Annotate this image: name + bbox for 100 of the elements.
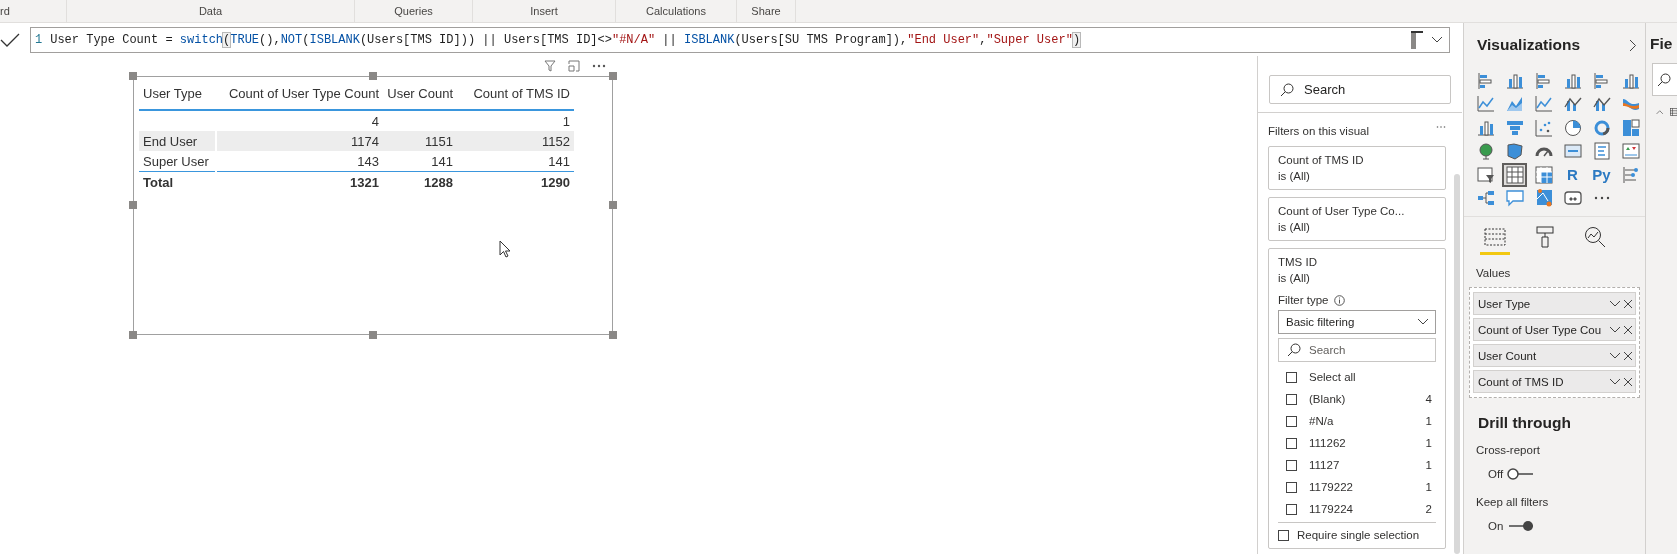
field-well-item[interactable]: Count of User Type Cou xyxy=(1473,318,1636,341)
value-count: 1 xyxy=(1425,459,1432,471)
pane-title: Fie xyxy=(1650,35,1673,52)
chevron-right-icon[interactable] xyxy=(1629,38,1637,52)
checkbox[interactable] xyxy=(1286,481,1297,493)
column-header[interactable]: User Type xyxy=(139,77,216,110)
value-label: #N/a xyxy=(1309,415,1335,427)
checkbox[interactable] xyxy=(1286,393,1297,405)
filter-type-label: Filter type xyxy=(1278,294,1329,306)
value-count: 1 xyxy=(1425,437,1432,449)
resize-handle[interactable] xyxy=(369,72,377,80)
fields-tab[interactable] xyxy=(1480,225,1510,255)
column-header[interactable]: User Count xyxy=(383,77,457,110)
scrollbar[interactable] xyxy=(1454,174,1460,554)
resize-handle[interactable] xyxy=(609,72,617,80)
pane-title: Visualizations xyxy=(1477,36,1581,54)
line-number: 1 xyxy=(35,32,43,47)
table-cell: 1152 xyxy=(542,133,570,149)
filter-title: TMS ID xyxy=(1278,256,1318,268)
value-label: 1179222 xyxy=(1309,481,1354,493)
commit-check-icon[interactable] xyxy=(0,32,20,47)
chevron-down-icon xyxy=(1431,35,1443,44)
field-well-item[interactable]: Count of TMS ID xyxy=(1473,370,1636,393)
checkbox[interactable] xyxy=(1286,459,1297,471)
search-field[interactable]: Search xyxy=(1278,338,1436,362)
info-icon xyxy=(1333,294,1345,306)
focus-mode-icon[interactable] xyxy=(568,60,580,72)
search-field[interactable] xyxy=(1652,63,1677,96)
field-well-item[interactable]: User Count xyxy=(1473,344,1636,367)
value-count: 1 xyxy=(1425,415,1432,427)
checkbox[interactable] xyxy=(1286,437,1297,449)
ribbon-group-label: rd xyxy=(0,5,10,17)
filter-value-item[interactable]: 111262 1 xyxy=(1278,434,1436,452)
resize-handle[interactable] xyxy=(129,72,137,80)
checkbox[interactable] xyxy=(1286,415,1297,427)
resize-handle[interactable] xyxy=(129,201,137,209)
table-cell: 1 xyxy=(562,113,570,129)
filter-value-item[interactable]: 11127 1 xyxy=(1278,456,1436,474)
chevron-down-icon xyxy=(1609,351,1621,360)
toggle-label: Keep all filters xyxy=(1475,496,1549,508)
value-count: 4 xyxy=(1425,393,1432,405)
search-field[interactable]: Search xyxy=(1269,75,1451,104)
close-icon[interactable] xyxy=(1623,298,1633,309)
column-header[interactable]: Count of User Type Count xyxy=(216,77,383,110)
total-cell: Total xyxy=(143,174,174,190)
filter-value-item[interactable]: 1179222 1 xyxy=(1278,478,1436,496)
ribbon-group-label: Data xyxy=(198,5,223,17)
checkbox[interactable] xyxy=(1286,503,1297,515)
filter-summary: is (All) xyxy=(1278,272,1311,284)
field-well-item[interactable]: User Type xyxy=(1473,292,1636,315)
checkbox[interactable] xyxy=(1278,529,1289,541)
filter-card[interactable]: TMS ID is (All) Filter type Basic filtering Search Select all (Blank) 4 #N/a 1 111262 1 11127 1 1179222 1 1179224 2 Require single selection xyxy=(1268,248,1446,549)
filter-icon[interactable] xyxy=(544,60,556,72)
chevron-down-icon xyxy=(1609,377,1621,386)
value-label: (Blank) xyxy=(1309,393,1347,405)
resize-handle[interactable] xyxy=(369,331,377,339)
table-cell: 1174 xyxy=(351,133,379,149)
table-cell: End User xyxy=(143,133,198,149)
resize-handle[interactable] xyxy=(609,201,617,209)
chevron-up-icon[interactable] xyxy=(1656,108,1664,116)
toggle-switch[interactable] xyxy=(1507,468,1536,480)
total-cell: 1290 xyxy=(541,174,570,190)
search-icon xyxy=(1657,72,1671,87)
chevron-down-icon xyxy=(1609,299,1621,308)
formula-field[interactable]: 1 User Type Count = switch(TRUE(),NOT(ISBLANK(Users[TMS ID])) || Users[TMS ID]<>"#N/A" || ISBLANK(Users[SU TMS Program]),"End User","Super User") xyxy=(30,26,1450,53)
mouse-pointer-icon xyxy=(499,240,511,258)
filter-value-item[interactable]: (Blank) 4 xyxy=(1278,390,1436,408)
resize-handle[interactable] xyxy=(129,331,137,339)
close-icon[interactable] xyxy=(1623,324,1633,335)
resize-handle[interactable] xyxy=(609,331,617,339)
script-visual-button[interactable]: Py xyxy=(1589,163,1614,187)
script-visual-button[interactable]: R xyxy=(1560,163,1585,187)
value-label: Select all xyxy=(1309,371,1357,383)
filter-card[interactable]: Count of User Type Co... is (All) xyxy=(1268,197,1446,241)
toggle-switch[interactable] xyxy=(1507,520,1536,532)
filter-value-item[interactable]: 1179224 2 xyxy=(1278,500,1436,518)
toggle-label: Cross-report xyxy=(1475,444,1540,456)
filter-summary: is (All) xyxy=(1278,221,1311,233)
more-options-icon[interactable] xyxy=(592,64,606,68)
table-cell: 143 xyxy=(357,153,379,169)
filter-type-dropdown[interactable]: Basic filtering xyxy=(1278,310,1436,334)
value-count: 1 xyxy=(1425,481,1432,493)
table-cell: 1151 xyxy=(425,133,453,149)
table-cell: 4 xyxy=(371,113,379,129)
toggle-state: Off xyxy=(1488,468,1504,480)
close-icon[interactable] xyxy=(1623,376,1633,387)
column-header[interactable]: Count of TMS ID xyxy=(457,77,574,110)
ribbon-group-label: Queries xyxy=(394,5,433,17)
value-count: 2 xyxy=(1425,503,1432,515)
filter-value-item[interactable]: Select all xyxy=(1278,368,1436,386)
value-label: 1179224 xyxy=(1309,503,1354,515)
filter-card[interactable]: Count of TMS ID is (All) xyxy=(1268,146,1446,190)
chevron-down-icon xyxy=(1417,318,1429,326)
total-cell: 1288 xyxy=(424,174,453,190)
checkbox[interactable] xyxy=(1286,371,1297,383)
section-label: Values xyxy=(1475,267,1511,279)
section-title: Filters on this visual xyxy=(1268,125,1369,137)
close-icon[interactable] xyxy=(1623,350,1633,361)
table-icon[interactable] xyxy=(1502,163,1527,187)
filter-value-item[interactable]: #N/a 1 xyxy=(1278,412,1436,430)
